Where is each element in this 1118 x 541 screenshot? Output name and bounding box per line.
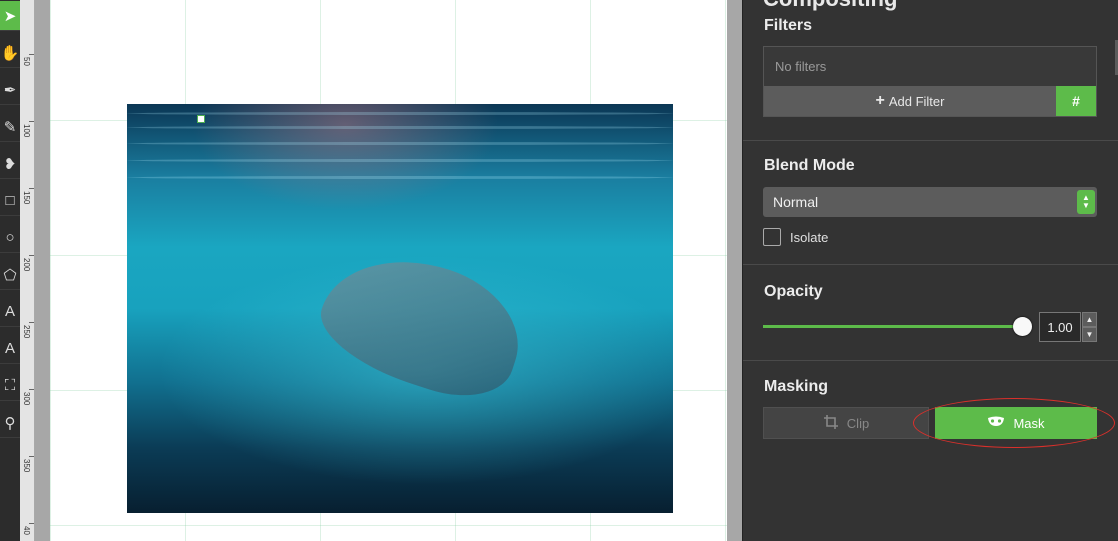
stepper-down-icon[interactable]: ▼: [1082, 327, 1097, 342]
compositing-panel: Compositing Filters No filters + Add Fil…: [742, 0, 1118, 541]
opacity-slider-track[interactable]: [763, 325, 1023, 328]
rectangle-icon[interactable]: □: [0, 186, 20, 216]
ruler-tick: [29, 255, 34, 256]
hand-icon[interactable]: ✋: [0, 38, 20, 68]
ruler-tick-label: 150: [22, 191, 31, 205]
plus-icon: +: [875, 92, 885, 109]
ruler-tick: [29, 188, 34, 189]
divider: [743, 140, 1118, 141]
ruler-tick: [29, 456, 34, 457]
divider: [743, 360, 1118, 361]
pencil-icon[interactable]: ✎: [0, 112, 20, 142]
red-annotation-ellipse: [913, 398, 1115, 448]
underwater-dolphin-image[interactable]: [127, 104, 673, 513]
ruler-tick: [29, 523, 34, 524]
ruler-tick-label: 50: [22, 57, 31, 66]
clip-button[interactable]: Clip: [763, 407, 929, 439]
clip-label: Clip: [846, 415, 870, 431]
no-filters-text: No filters: [775, 59, 827, 74]
isolate-checkbox[interactable]: [763, 228, 781, 246]
blend-mode-select[interactable]: Normal ▲ ▼: [763, 187, 1097, 217]
text-icon[interactable]: A: [0, 297, 20, 327]
filters-list: No filters + Add Filter #: [763, 46, 1097, 117]
opacity-slider-thumb[interactable]: [1013, 317, 1032, 336]
ruler-tick: [29, 322, 34, 323]
artboard-canvas[interactable]: [50, 0, 727, 541]
tool-strip: ➤ ✋ ✒ ✎ ❥ □ ○ ⬠ A A ⛶ ⚲: [0, 0, 21, 541]
ruler-tick: [29, 389, 34, 390]
ruler-tick-label: 350: [22, 459, 31, 473]
ruler-tick-label: 200: [22, 258, 31, 272]
ruler-tick-label: 40: [22, 526, 31, 535]
masking-heading: Masking: [764, 378, 829, 395]
select-arrows-icon: ▲ ▼: [1077, 190, 1095, 214]
selection-handle[interactable]: [197, 115, 205, 123]
polygon-icon[interactable]: ⬠: [0, 260, 20, 290]
add-filter-button[interactable]: + Add Filter: [764, 86, 1056, 116]
brush-icon[interactable]: ❥: [0, 149, 20, 179]
ruler-tick-label: 100: [22, 124, 31, 138]
pen-icon[interactable]: ✒: [0, 75, 20, 105]
dolphin-shape: [308, 236, 536, 412]
crop-icon: [823, 414, 839, 433]
opacity-stepper[interactable]: ▲ ▼: [1082, 312, 1097, 342]
crop-icon[interactable]: ⛶: [0, 371, 20, 401]
ruler-tick: [29, 121, 34, 122]
hash-button[interactable]: #: [1056, 86, 1096, 116]
filters-heading: Filters: [764, 17, 813, 34]
ruler-tick: [29, 54, 34, 55]
divider: [743, 264, 1118, 265]
ruler-tick-label: 300: [22, 392, 31, 406]
ellipse-icon[interactable]: ○: [0, 223, 20, 253]
opacity-input[interactable]: 1.00: [1039, 312, 1081, 342]
isolate-label: Isolate: [790, 230, 829, 245]
blend-mode-heading: Blend Mode: [764, 157, 855, 174]
add-filter-label: Add Filter: [888, 93, 945, 109]
stepper-up-icon[interactable]: ▲: [1082, 312, 1097, 327]
pasteboard: [35, 0, 742, 541]
select-arrow-icon[interactable]: ➤: [0, 1, 20, 31]
opacity-heading: Opacity: [764, 283, 823, 300]
vertical-ruler: 50 100 150 200 250 300 350 40: [20, 0, 35, 541]
panel-title: Compositing: [763, 0, 897, 12]
ruler-tick-label: 250: [22, 325, 31, 339]
zoom-icon[interactable]: ⚲: [0, 408, 20, 438]
text-path-icon[interactable]: A: [0, 334, 20, 364]
blend-mode-value: Normal: [773, 194, 819, 210]
